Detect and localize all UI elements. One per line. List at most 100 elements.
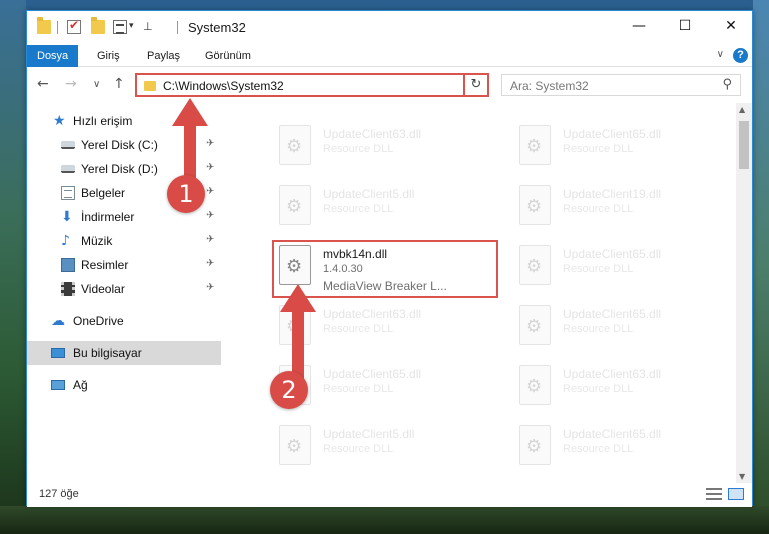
music-icon: ♪ (61, 233, 70, 249)
file-item[interactable]: UpdateClient65.dll Resource DLL (513, 299, 735, 357)
file-item[interactable]: UpdateClient63.dll Resource DLL (273, 119, 503, 177)
file-item[interactable]: UpdateClient65.dll Resource DLL (513, 239, 735, 297)
file-item[interactable]: UpdateClient65.dll Resource DLL (513, 119, 735, 177)
sidebar-item-label: Bu bilgisayar (73, 346, 142, 360)
details-view-icon[interactable] (706, 488, 722, 500)
pin-icon[interactable]: ✈ (206, 210, 214, 221)
dll-file-icon (279, 125, 311, 165)
file-type: Resource DLL (323, 203, 394, 215)
forward-button[interactable]: → (65, 76, 77, 92)
sidebar-item-label: Yerel Disk (C:) (81, 138, 158, 152)
toolbar-separator (57, 21, 58, 34)
navigation-bar: ← → ∨ ↑ C:\Windows\System32 ∨ ↻ Ara: Sys… (27, 68, 752, 102)
file-item[interactable]: UpdateClient63.dll Resource DLL (513, 359, 735, 417)
videos-icon (61, 282, 75, 296)
sidebar-item-network[interactable]: Ağ (27, 373, 221, 397)
file-type: Resource DLL (323, 143, 394, 155)
sidebar-item-label: Videolar (81, 282, 125, 296)
file-item[interactable]: UpdateClient5.dll Resource DLL (273, 419, 503, 477)
up-button[interactable]: ↑ (113, 76, 125, 92)
dll-file-icon (519, 185, 551, 225)
minimize-button[interactable]: — (616, 11, 662, 41)
sidebar-item-videos[interactable]: Videolar ✈ (27, 277, 221, 301)
title-bar: ▾ ⊥ System32 — ☐ ✕ (27, 11, 752, 45)
sidebar-item-label: Resimler (81, 258, 129, 272)
file-name: UpdateClient65.dll (563, 307, 662, 321)
desktop-background-bottom (0, 506, 769, 534)
scroll-down-icon[interactable]: ▼ (739, 472, 745, 481)
file-name: UpdateClient65.dll (563, 427, 662, 441)
scrollbar-thumb[interactable] (739, 121, 749, 169)
file-name: UpdateClient19.dll (563, 187, 662, 201)
search-icon[interactable]: ⚲ (722, 77, 732, 92)
view-options-icon[interactable] (113, 20, 127, 34)
address-bar[interactable]: C:\Windows\System32 ∨ (135, 73, 489, 97)
explorer-window: ▾ ⊥ System32 — ☐ ✕ Dosya Giriş Paylaş Gö… (26, 10, 753, 507)
file-type: Resource DLL (323, 383, 394, 395)
quick-access-menu-icon[interactable]: ⊥ (143, 20, 153, 33)
sidebar-item-label: OneDrive (73, 314, 124, 328)
pin-icon[interactable]: ✈ (206, 234, 214, 245)
address-folder-icon (144, 81, 156, 91)
maximize-button[interactable]: ☐ (662, 11, 708, 41)
folder-icon (37, 17, 51, 34)
expand-ribbon-icon[interactable]: ∨ (717, 49, 724, 60)
address-path[interactable]: C:\Windows\System32 (163, 79, 284, 93)
sidebar-item-label: Ağ (73, 378, 88, 392)
status-bar: 127 öğe (27, 483, 752, 507)
dll-file-icon (519, 125, 551, 165)
item-count: 127 öğe (39, 488, 79, 500)
refresh-button[interactable]: ↻ (463, 73, 489, 97)
help-icon[interactable]: ? (733, 48, 748, 63)
documents-icon (61, 186, 75, 200)
tab-view[interactable]: Görünüm (195, 45, 261, 67)
cloud-icon: ☁ (51, 313, 65, 329)
search-box[interactable]: Ara: System32 ⚲ (501, 74, 741, 96)
new-folder-icon[interactable] (91, 17, 105, 34)
file-name: UpdateClient5.dll (323, 427, 415, 441)
properties-check-icon[interactable] (67, 18, 81, 34)
file-item[interactable]: UpdateClient65.dll Resource DLL (513, 419, 735, 477)
downloads-icon: ⬇ (61, 209, 73, 225)
file-name: UpdateClient65.dll (563, 127, 662, 141)
pin-icon[interactable]: ✈ (206, 282, 214, 293)
dll-file-icon (279, 185, 311, 225)
back-button[interactable]: ← (37, 76, 49, 92)
search-placeholder: Ara: System32 (510, 79, 589, 93)
customize-toolbar-dropdown-icon[interactable]: ▾ (129, 21, 134, 31)
file-type: Resource DLL (563, 263, 634, 275)
ribbon-tabs: Dosya Giriş Paylaş Görünüm ∨ ? (27, 45, 752, 67)
file-type: Resource DLL (563, 323, 634, 335)
star-icon: ★ (53, 113, 66, 129)
tab-home[interactable]: Giriş (87, 45, 130, 67)
file-item[interactable]: UpdateClient5.dll Resource DLL (273, 179, 503, 237)
sidebar-item-onedrive[interactable]: ☁ OneDrive (27, 309, 221, 333)
annotation-arrow-2 (280, 284, 316, 380)
scroll-up-icon[interactable]: ▲ (739, 105, 745, 114)
recent-locations-button[interactable]: ∨ (93, 79, 100, 90)
file-type: Resource DLL (323, 443, 394, 455)
pin-icon[interactable]: ✈ (206, 258, 214, 269)
drive-icon (61, 165, 75, 173)
sidebar-item-label: Hızlı erişim (73, 114, 133, 128)
sidebar-item-this-pc[interactable]: Bu bilgisayar (27, 341, 221, 365)
file-name: UpdateClient63.dll (323, 307, 422, 321)
file-type: Resource DLL (563, 143, 634, 155)
dll-file-icon (519, 425, 551, 465)
dll-file-icon (279, 425, 311, 465)
desktop-background-left (0, 0, 26, 534)
tiles-view-icon[interactable] (728, 488, 744, 500)
sidebar-item-label: Müzik (81, 234, 113, 248)
drive-icon (61, 141, 75, 149)
file-type: Resource DLL (323, 323, 394, 335)
tab-share[interactable]: Paylaş (137, 45, 190, 67)
tab-file[interactable]: Dosya (27, 45, 79, 67)
computer-icon (51, 348, 65, 358)
annotation-badge-2: 2 (270, 371, 308, 409)
file-item[interactable]: UpdateClient19.dll Resource DLL (513, 179, 735, 237)
sidebar-item-music[interactable]: ♪ Müzik ✈ (27, 229, 221, 253)
sidebar-item-pictures[interactable]: Resimler ✈ (27, 253, 221, 277)
vertical-scrollbar[interactable]: ▲ ▼ (736, 103, 752, 483)
close-button[interactable]: ✕ (708, 11, 754, 41)
sidebar-item-label: İndirmeler (81, 210, 135, 224)
